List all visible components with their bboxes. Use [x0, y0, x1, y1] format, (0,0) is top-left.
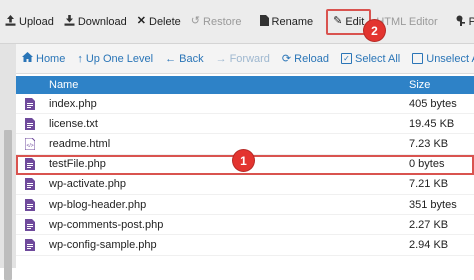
restore-label: Restore [203, 15, 242, 28]
arrow-left-icon: ← [165, 52, 177, 65]
select-all-label: Select All [355, 52, 401, 65]
up-one-level-button[interactable]: ↑ Up One Level [71, 44, 159, 74]
step-2-badge: 2 [364, 20, 385, 41]
file-size: 351 bytes [409, 198, 457, 211]
select-all-button[interactable]: ✓ Select All [335, 44, 406, 74]
scrollbar-track[interactable] [0, 44, 16, 280]
file-size: 405 bytes [409, 97, 457, 110]
home-button[interactable]: Home [16, 44, 71, 74]
upload-button[interactable]: Upload [0, 9, 59, 35]
download-label: Download [77, 15, 127, 28]
permissions-button[interactable]: P [451, 9, 474, 35]
forward-label: Forward [229, 52, 270, 65]
file-name: testFile.php [49, 158, 106, 171]
upload-icon [5, 14, 16, 29]
rename-label: Rename [271, 15, 314, 28]
arrow-right-icon: → [215, 52, 227, 65]
file-name: wp-comments-post.php [49, 218, 164, 231]
table-row[interactable]: wp-activate.php 7.21 KB [16, 175, 474, 195]
pencil-icon: ✎ [333, 15, 343, 27]
code-file-icon [25, 178, 35, 191]
file-name: wp-blog-header.php [49, 198, 147, 211]
close-icon: ✕ [136, 15, 146, 27]
table-row[interactable]: wp-comments-post.php 2.27 KB [16, 215, 474, 236]
forward-button[interactable]: → Forward [210, 44, 276, 74]
delete-button[interactable]: ✕ Delete [132, 9, 186, 35]
code-file-icon [25, 97, 35, 110]
table-row[interactable]: wp-config-sample.php 2.94 KB [16, 235, 474, 256]
file-size: 7.23 KB [409, 137, 449, 150]
file-manager-toolbar: Upload Download ✕ Delete ↺ Restore Renam… [0, 0, 474, 44]
back-button[interactable]: ← Back [159, 44, 209, 74]
svg-text:</>: </> [27, 143, 34, 149]
home-icon [22, 52, 33, 65]
navigation-bar: Home ↑ Up One Level ← Back → Forward ⟳ R… [16, 44, 474, 74]
upload-label: Upload [19, 15, 54, 28]
column-header-name[interactable]: Name [49, 79, 78, 91]
unselect-all-button[interactable]: Unselect All [406, 44, 474, 74]
file-size: 0 bytes [409, 158, 445, 171]
html-file-icon: </> [24, 137, 36, 151]
code-file-icon [25, 238, 35, 251]
file-name: readme.html [49, 137, 111, 150]
file-name: license.txt [49, 117, 98, 130]
table-header: Name Size [16, 76, 474, 94]
code-file-icon [25, 158, 35, 171]
edit-label: Edit [345, 15, 365, 28]
table-row[interactable]: license.txt 19.45 KB [16, 114, 474, 135]
table-row[interactable]: index.php 405 bytes [16, 94, 474, 115]
checkbox-checked-icon: ✓ [341, 53, 352, 64]
checkbox-empty-icon [412, 53, 424, 64]
file-size: 2.27 KB [409, 218, 449, 231]
key-icon [456, 15, 466, 29]
download-button[interactable]: Download [59, 9, 132, 35]
unselect-all-label: Unselect All [426, 52, 474, 65]
reload-label: Reload [294, 52, 329, 65]
delete-label: Delete [149, 15, 181, 28]
up-one-level-label: Up One Level [85, 52, 154, 65]
restore-icon: ↺ [190, 15, 201, 27]
file-size: 2.94 KB [409, 238, 449, 251]
file-name: wp-config-sample.php [49, 238, 157, 251]
html-editor-label: HTML Editor [376, 15, 438, 28]
file-icon [259, 14, 269, 29]
download-icon [64, 14, 75, 29]
step-1-badge: 1 [233, 150, 254, 171]
scrollbar-thumb[interactable] [4, 130, 12, 280]
arrow-up-icon: ↑ [77, 52, 83, 65]
permissions-label: P [468, 15, 474, 28]
back-label: Back [179, 52, 204, 65]
file-name: index.php [49, 97, 97, 110]
code-file-icon [25, 218, 35, 231]
home-label: Home [36, 52, 66, 65]
table-row[interactable]: wp-blog-header.php 351 bytes [16, 195, 474, 216]
file-list: index.php 405 bytes license.txt 19.45 KB </>… [16, 94, 474, 256]
code-file-icon [25, 198, 35, 211]
reload-button[interactable]: ⟳ Reload [276, 44, 335, 74]
file-name: wp-activate.php [49, 178, 127, 191]
text-file-icon [25, 117, 35, 130]
restore-button[interactable]: ↺ Restore [186, 9, 247, 35]
refresh-icon: ⟳ [281, 53, 292, 65]
file-size: 7.21 KB [409, 178, 449, 191]
rename-button[interactable]: Rename [255, 9, 319, 35]
file-size: 19.45 KB [409, 117, 455, 130]
column-header-size[interactable]: Size [409, 79, 430, 91]
